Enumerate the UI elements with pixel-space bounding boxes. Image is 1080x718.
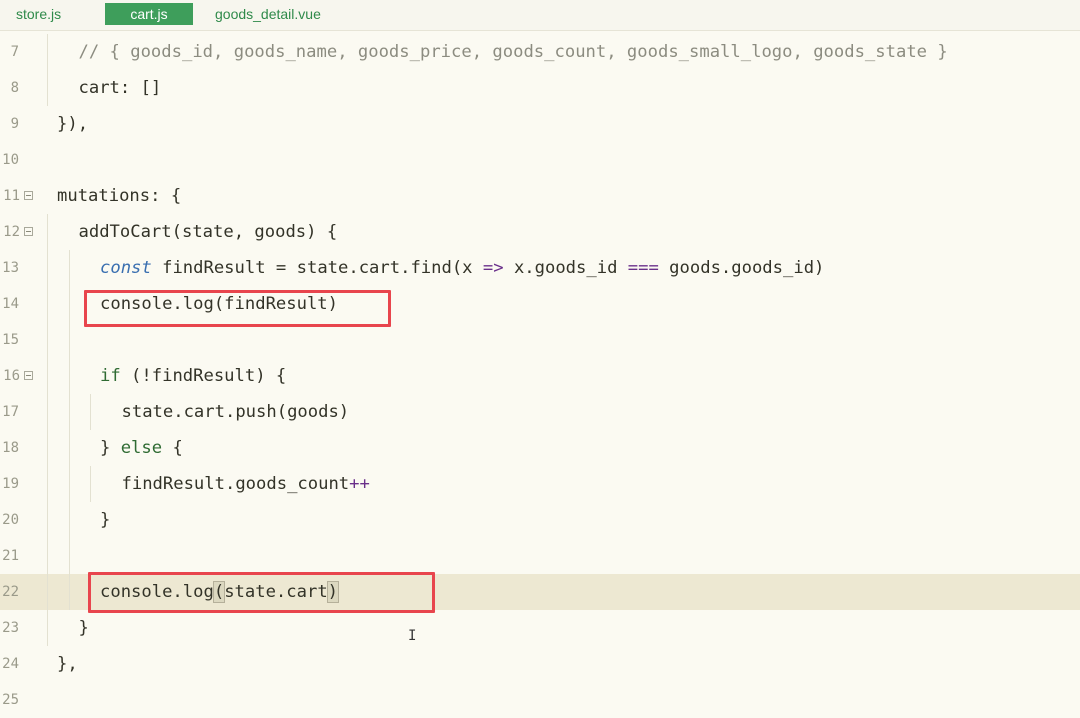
indent-guide xyxy=(68,466,70,502)
indent-guide xyxy=(47,574,48,610)
code-text: } xyxy=(78,618,89,638)
editor-tab-bar: store.js cart.js goods_detail.vue xyxy=(0,0,1080,31)
code-line[interactable]: 19 findResult.goods_count++ xyxy=(0,466,1080,502)
code-text: } xyxy=(100,510,111,530)
fold-toggle-icon[interactable] xyxy=(24,191,33,200)
code-line[interactable]: 7 // { goods_id, goods_name, goods_price,… xyxy=(0,34,1080,70)
indent-guide xyxy=(68,250,70,286)
indent-guide xyxy=(68,574,70,610)
code-line[interactable]: 22 console.log(state.cart) xyxy=(0,574,1080,610)
code-text: }), xyxy=(57,114,89,134)
indent-guide xyxy=(47,34,48,70)
line-number: 25 xyxy=(2,692,19,708)
indent-guide xyxy=(47,322,48,358)
code-line[interactable]: 12 addToCart(state, goods) { xyxy=(0,214,1080,250)
indent-guide xyxy=(47,466,48,502)
line-number: 19 xyxy=(2,476,19,492)
indent-guide xyxy=(47,538,48,574)
code-line[interactable]: 9}), xyxy=(0,106,1080,142)
code-line[interactable]: 24}, xyxy=(0,646,1080,682)
indent-guide xyxy=(68,322,70,358)
tab-goods-detail-vue[interactable]: goods_detail.vue xyxy=(215,3,321,25)
code-line[interactable]: 17 state.cart.push(goods) xyxy=(0,394,1080,430)
line-number: 17 xyxy=(2,404,19,420)
indent-guide xyxy=(90,394,91,430)
code-text: addToCart(state, goods) { xyxy=(78,222,338,242)
code-line[interactable]: 10 xyxy=(0,142,1080,178)
tab-cart-js[interactable]: cart.js xyxy=(105,3,193,25)
code-line[interactable]: 13 const findResult = state.cart.find(x =… xyxy=(0,250,1080,286)
indent-guide xyxy=(68,430,70,466)
code-line[interactable]: 15 xyxy=(0,322,1080,358)
fold-toggle-icon[interactable] xyxy=(24,371,33,380)
code-line[interactable]: 25 xyxy=(0,682,1080,718)
fold-toggle-icon[interactable] xyxy=(24,227,33,236)
indent-guide xyxy=(47,214,48,250)
code-text: console.log(state.cart) xyxy=(100,581,340,603)
code-text: console.log(findResult) xyxy=(100,294,338,314)
code-line[interactable]: 18 } else { xyxy=(0,430,1080,466)
code-line[interactable]: 21 xyxy=(0,538,1080,574)
indent-guide xyxy=(47,286,48,322)
code-text: }, xyxy=(57,654,78,674)
code-text: if (!findResult) { xyxy=(100,366,287,386)
indent-guide xyxy=(68,502,70,538)
line-number: 18 xyxy=(2,440,19,456)
code-text: const findResult = state.cart.find(x => … xyxy=(100,258,825,278)
code-text: mutations: { xyxy=(57,186,182,206)
indent-guide xyxy=(47,394,48,430)
line-number: 8 xyxy=(10,80,19,96)
code-text: } else { xyxy=(100,438,183,458)
indent-guide xyxy=(68,286,70,322)
code-text: state.cart.push(goods) xyxy=(121,402,350,422)
line-number: 22 xyxy=(2,584,19,600)
text-cursor-icon: I xyxy=(408,628,417,644)
code-line[interactable]: 16 if (!findResult) { xyxy=(0,358,1080,394)
line-number: 24 xyxy=(2,656,19,672)
code-text: cart: [] xyxy=(78,78,162,98)
code-text: findResult.goods_count++ xyxy=(121,474,370,494)
code-editor[interactable]: 7 // { goods_id, goods_name, goods_price,… xyxy=(0,34,1080,710)
indent-guide xyxy=(47,70,48,106)
code-line[interactable]: 11 mutations: { xyxy=(0,178,1080,214)
line-number: 9 xyxy=(10,116,19,132)
line-number: 7 xyxy=(10,44,19,60)
indent-guide xyxy=(68,538,70,574)
indent-guide xyxy=(47,430,48,466)
line-number: 15 xyxy=(2,332,19,348)
tab-store-js[interactable]: store.js xyxy=(16,3,61,25)
indent-guide xyxy=(47,358,48,394)
indent-guide xyxy=(68,358,70,394)
indent-guide xyxy=(47,610,48,646)
line-number: 13 xyxy=(2,260,19,276)
indent-guide xyxy=(47,502,48,538)
code-line[interactable]: 8 cart: [] xyxy=(0,70,1080,106)
line-number: 21 xyxy=(2,548,19,564)
indent-guide xyxy=(47,250,48,286)
indent-guide xyxy=(68,394,70,430)
line-number: 14 xyxy=(2,296,19,312)
line-number: 10 xyxy=(2,152,19,168)
line-number: 20 xyxy=(2,512,19,528)
line-number: 23 xyxy=(2,620,19,636)
code-text: // { goods_id, goods_name, goods_price, … xyxy=(78,42,948,62)
indent-guide xyxy=(90,466,91,502)
code-line[interactable]: 23} xyxy=(0,610,1080,646)
code-line[interactable]: 20} xyxy=(0,502,1080,538)
code-line[interactable]: 14 console.log(findResult) xyxy=(0,286,1080,322)
